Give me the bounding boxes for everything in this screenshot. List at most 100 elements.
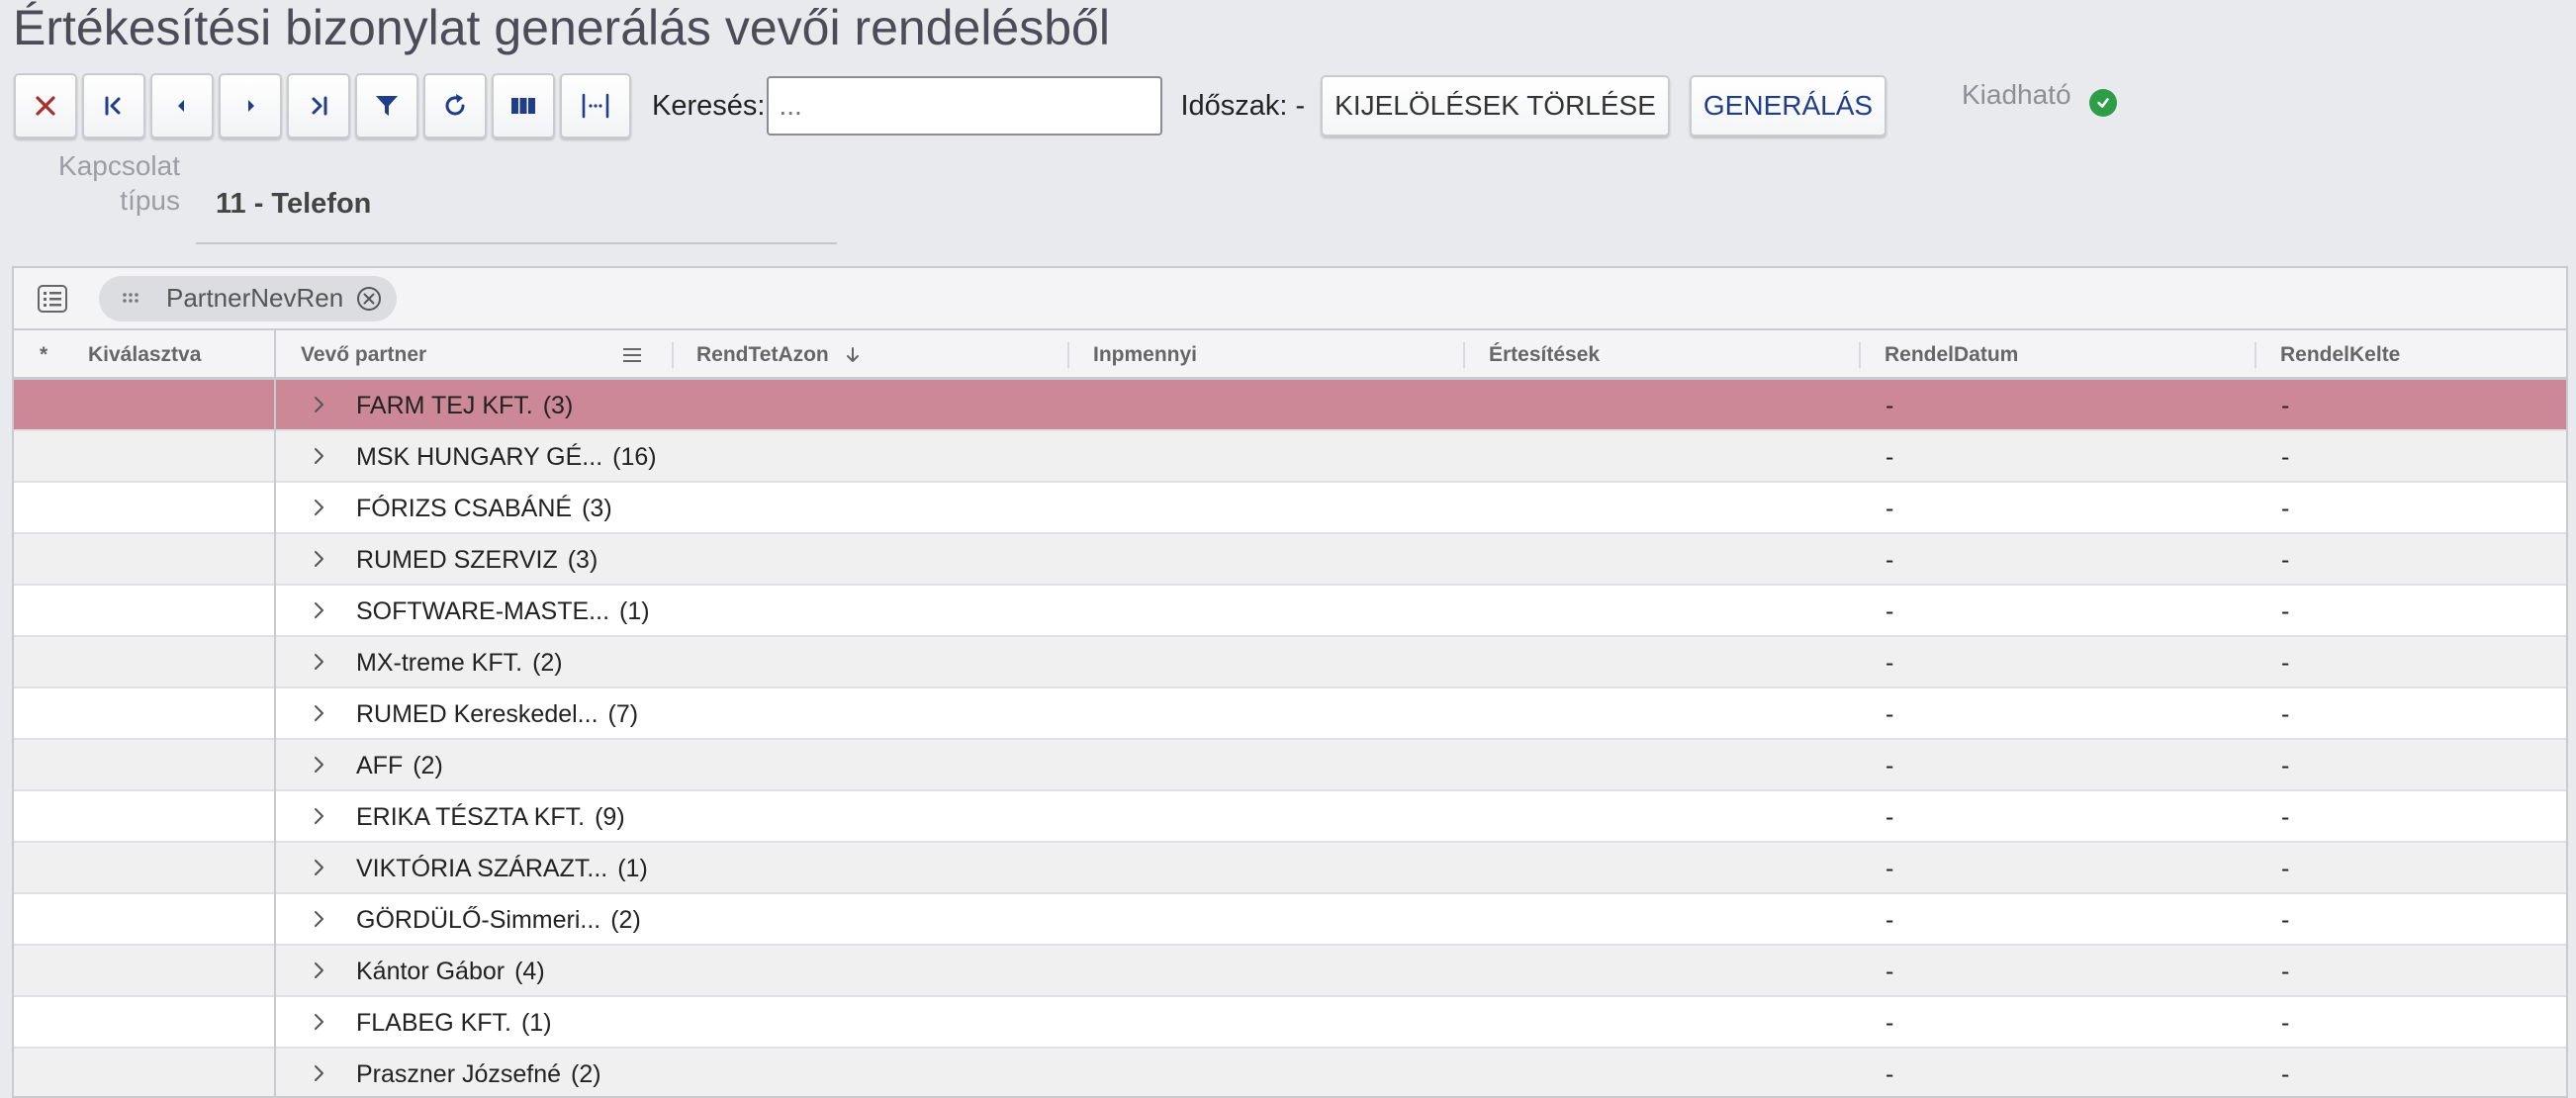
chevron-right-icon[interactable] [308,857,329,878]
fit-columns-button[interactable] [560,73,631,138]
row-partner-name: Kántor Gábor [356,957,506,985]
row-order-date: - [1886,1059,1894,1088]
table-row[interactable]: Kántor Gábor (4) - - [14,946,2566,997]
chevron-right-icon[interactable] [308,1011,329,1033]
header-order-issued[interactable]: RendelKelte [2280,330,2400,380]
last-page-icon [312,96,327,116]
list-panel-icon[interactable] [36,282,69,316]
chevron-right-icon[interactable] [308,1062,329,1084]
header-separator[interactable] [1859,342,1861,368]
row-order-date: - [1886,442,1894,471]
row-partner-name: ERIKA TÉSZTA KFT. [356,802,586,831]
row-partner: SOFTWARE-MASTE... (1) [356,586,650,637]
header-order-id[interactable]: RendTetAzon [696,330,863,380]
filter-value[interactable]: 11 - Telefon [216,188,371,221]
row-order-issued: - [2281,596,2290,625]
header-order-id-label: RendTetAzon [696,343,829,366]
row-partner: Praszner Józsefné (2) [356,1049,601,1096]
table-row[interactable]: FLABEG KFT. (1) - - [14,997,2566,1049]
row-order-date: - [1886,905,1894,934]
row-order-date: - [1886,957,1894,985]
chevron-right-icon[interactable] [308,599,329,621]
row-partner-name: FARM TEJ KFT. [356,391,533,419]
row-order-issued: - [2281,442,2290,471]
row-order-date: - [1886,494,1894,522]
row-partner: VIKTÓRIA SZÁRAZT... (1) [356,843,648,894]
row-order-date: - [1886,1008,1894,1037]
filter-icon [376,96,398,116]
column-menu-icon[interactable] [620,330,644,380]
table-row[interactable]: RUMED Kereskedel... (7) - - [14,688,2566,740]
header-separator[interactable] [1067,342,1069,368]
table-row[interactable]: SOFTWARE-MASTE... (1) - - [14,586,2566,637]
drag-handle-icon[interactable] [119,287,142,311]
chevron-right-icon[interactable] [308,497,329,518]
table-row[interactable]: AFF (2) - - [14,740,2566,791]
previous-button[interactable] [150,73,214,138]
close-icon [36,96,55,116]
row-partner-name: RUMED Kereskedel... [356,699,598,728]
table-row[interactable]: RUMED SZERVIZ (3) - - [14,534,2566,586]
row-count: (16) [612,442,657,471]
next-button[interactable] [219,73,282,138]
row-partner: FARM TEJ KFT. (3) [356,380,573,431]
table-row[interactable]: VIKTÓRIA SZÁRAZT... (1) - - [14,843,2566,894]
row-order-date: - [1886,648,1894,677]
table-row[interactable]: FÓRIZS CSABÁNÉ (3) - - [14,483,2566,534]
table-row[interactable]: MX-treme KFT. (2) - - [14,637,2566,688]
row-order-issued: - [2281,545,2290,574]
chevron-right-icon[interactable] [308,702,329,724]
first-page-button[interactable] [82,73,145,138]
row-order-date: - [1886,699,1894,728]
refresh-icon [445,94,465,116]
filter-button[interactable] [355,73,418,138]
data-grid: PartnerNevRen * Kiválasztva Vevő partner… [12,266,2568,1098]
chevron-right-icon[interactable] [308,548,329,570]
header-quantity[interactable]: Inpmennyi [1093,330,1197,380]
grid-body: FARM TEJ KFT. (3) - - MSK HUNGARY GÉ... (16) -… [14,380,2566,1096]
header-selected[interactable]: Kiválasztva [88,330,201,380]
row-order-issued: - [2281,957,2290,985]
toolbar: Keresés: Időszak: - KIJELÖLÉSEK TÖRLÉSE … [14,73,1887,138]
header-order-date[interactable]: RendelDatum [1885,330,2018,380]
row-partner-name: GÖRDÜLŐ-Simmeri... [356,905,601,934]
table-row[interactable]: Praszner Józsefné (2) - - [14,1049,2566,1096]
row-partner: ERIKA TÉSZTA KFT. (9) [356,791,625,843]
table-row[interactable]: GÖRDÜLŐ-Simmeri... (2) - - [14,894,2566,946]
header-partner[interactable]: Vevő partner [301,330,426,380]
row-order-date: - [1886,751,1894,779]
table-row[interactable]: FARM TEJ KFT. (3) - - [14,380,2566,431]
chevron-right-icon[interactable] [308,754,329,776]
refresh-button[interactable] [423,73,487,138]
close-button[interactable] [14,73,77,138]
last-page-button[interactable] [287,73,350,138]
first-page-icon [105,96,121,116]
search-input[interactable] [767,76,1163,136]
row-order-issued: - [2281,905,2290,934]
header-separator[interactable] [2254,342,2256,368]
chevron-right-icon[interactable] [308,394,329,415]
chevron-right-icon[interactable] [308,908,329,930]
remove-group-icon[interactable] [355,285,383,313]
header-separator[interactable] [1463,342,1465,368]
generate-button[interactable]: GENERÁLÁS [1689,75,1887,137]
row-order-issued: - [2281,802,2290,831]
fit-columns-icon [582,93,609,119]
header-notifications[interactable]: Értesítések [1489,330,1600,380]
header-separator[interactable] [672,342,674,368]
row-order-issued: - [2281,648,2290,677]
row-partner-name: AFF [356,751,404,779]
chevron-right-icon[interactable] [308,805,329,827]
row-count: (7) [607,699,639,728]
filter-label: Kapcsolat típus [58,150,180,216]
chevron-right-icon[interactable] [308,960,329,981]
table-row[interactable]: MSK HUNGARY GÉ... (16) - - [14,431,2566,483]
row-partner: MSK HUNGARY GÉ... (16) [356,431,657,483]
clear-selection-button[interactable]: KIJELÖLÉSEK TÖRLÉSE [1321,75,1670,137]
table-row[interactable]: ERIKA TÉSZTA KFT. (9) - - [14,791,2566,843]
row-count: (4) [514,957,545,985]
chevron-right-icon[interactable] [308,651,329,673]
chevron-right-icon[interactable] [308,445,329,467]
group-chip[interactable]: PartnerNevRen [99,275,398,321]
columns-button[interactable] [492,73,555,138]
